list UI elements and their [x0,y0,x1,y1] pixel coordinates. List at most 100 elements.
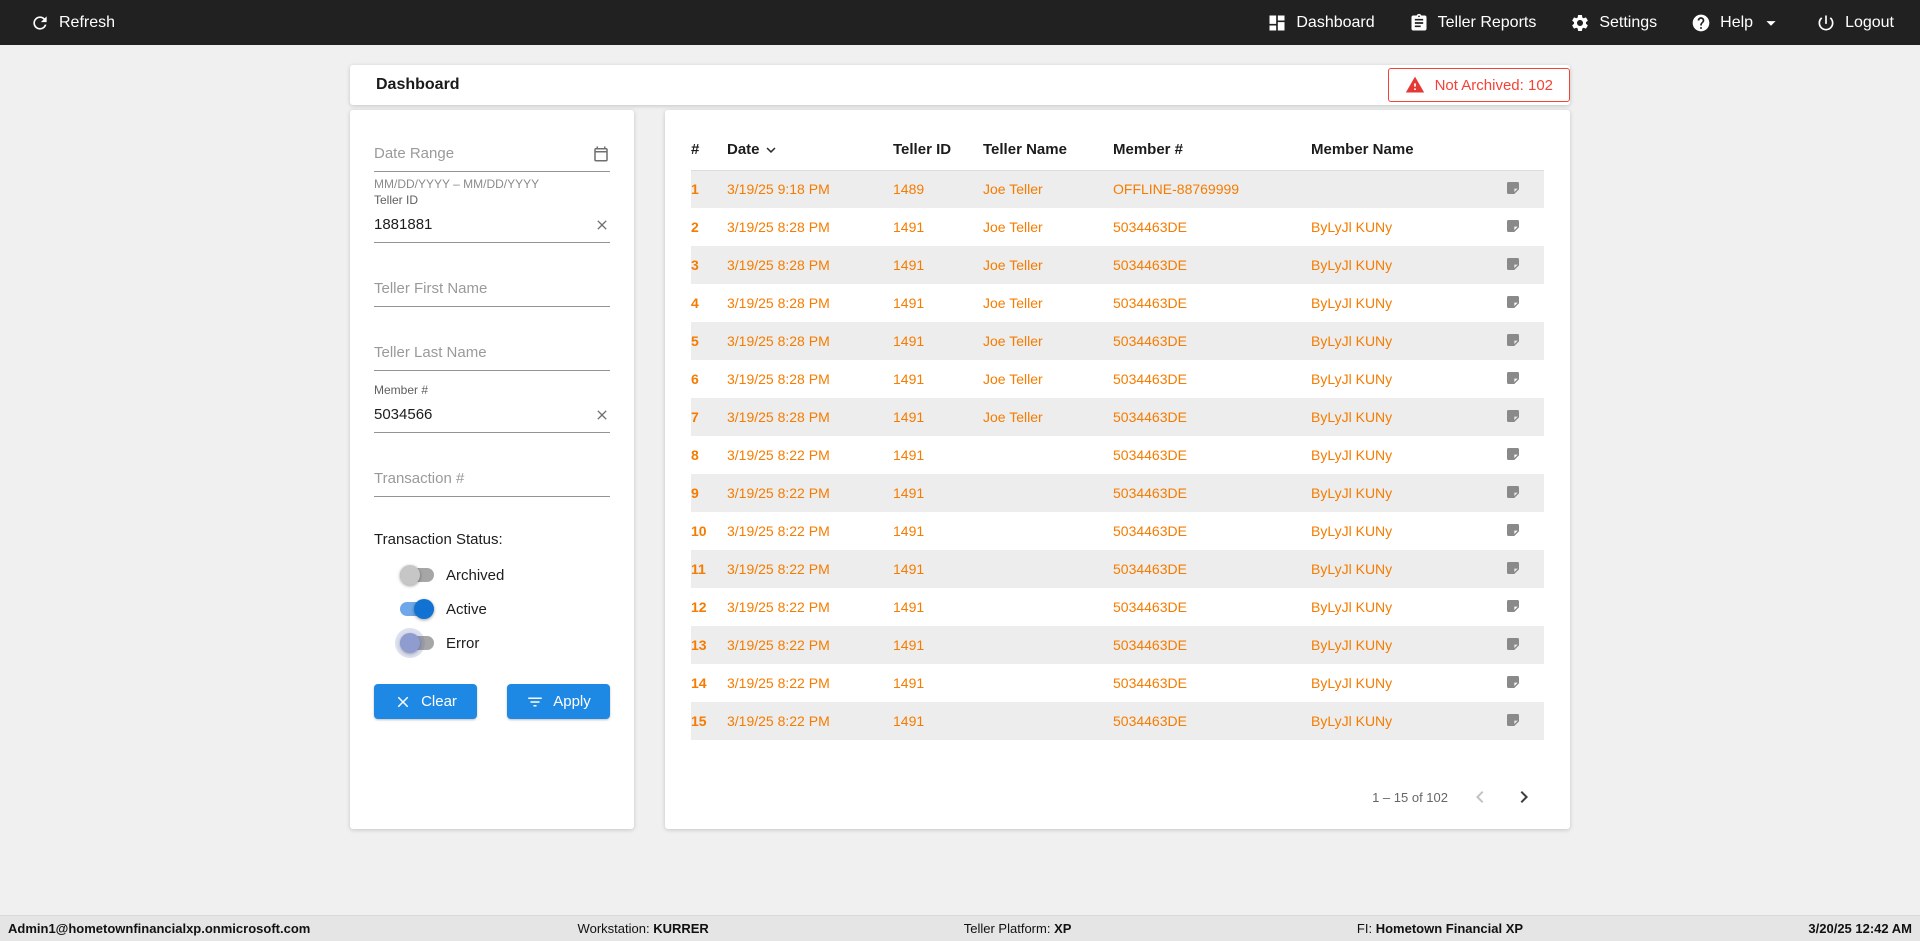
table-row[interactable]: 7 3/19/25 8:28 PM 1491 Joe Teller 503446… [691,398,1544,436]
nav-dashboard-label: Dashboard [1296,13,1375,31]
teller-id-input[interactable] [374,216,594,233]
cell-note [1481,360,1544,398]
note-icon[interactable] [1505,560,1521,576]
col-member-number[interactable]: Member # [1113,130,1311,171]
table-row[interactable]: 8 3/19/25 8:22 PM 1491 5034463DE ByLyJl … [691,436,1544,474]
note-icon[interactable] [1505,636,1521,652]
toggle-error[interactable]: Error [374,628,610,658]
col-teller-id[interactable]: Teller ID [893,130,983,171]
cell-member-number: 5034463DE [1113,637,1187,653]
not-archived-badge[interactable]: Not Archived: 102 [1387,68,1570,102]
table-row[interactable]: 9 3/19/25 8:22 PM 1491 5034463DE ByLyJl … [691,474,1544,512]
clear-button[interactable]: Clear [374,684,477,719]
note-icon[interactable] [1505,712,1521,728]
cell-num: 15 [691,713,707,729]
teller-last-name-input[interactable] [374,344,610,361]
note-icon[interactable] [1505,218,1521,234]
cell-member-number: 5034463DE [1113,333,1187,349]
col-member-name[interactable]: Member Name [1311,130,1481,171]
table-row[interactable]: 11 3/19/25 8:22 PM 1491 5034463DE ByLyJl… [691,550,1544,588]
cell-note [1481,626,1544,664]
filter-icon [526,693,544,711]
cell-teller-id: 1491 [893,561,925,577]
note-icon[interactable] [1505,294,1521,310]
cell-date: 3/19/25 8:28 PM [727,409,830,425]
toggle-archived[interactable]: Archived [374,560,610,590]
table-row[interactable]: 15 3/19/25 8:22 PM 1491 5034463DE ByLyJl… [691,702,1544,740]
table-row[interactable]: 12 3/19/25 8:22 PM 1491 5034463DE ByLyJl… [691,588,1544,626]
next-page-button[interactable] [1512,785,1536,809]
cell-note [1481,170,1544,208]
table-row[interactable]: 1 3/19/25 9:18 PM 1489 Joe Teller OFFLIN… [691,170,1544,208]
note-icon[interactable] [1505,446,1521,462]
table-row[interactable]: 5 3/19/25 8:28 PM 1491 Joe Teller 503446… [691,322,1544,360]
workstation-label: Workstation: [577,921,650,936]
nav-settings[interactable]: Settings [1570,13,1657,33]
note-icon[interactable] [1505,408,1521,424]
statusbar-fi: FI: Hometown Financial XP [1357,916,1523,941]
cell-note [1481,284,1544,322]
nav-logout[interactable]: Logout [1816,13,1894,33]
cell-teller-name: Joe Teller [983,409,1043,425]
note-icon[interactable] [1505,522,1521,538]
page-title: Dashboard [376,76,460,93]
clear-member-number-icon[interactable] [594,407,610,423]
cell-teller-name [983,550,1113,588]
toggle-active[interactable]: Active [374,594,610,624]
note-icon[interactable] [1505,674,1521,690]
member-number-input[interactable] [374,406,594,423]
cell-num: 13 [691,637,707,653]
cell-date: 3/19/25 8:28 PM [727,333,830,349]
clear-icon [394,693,412,711]
col-teller-name[interactable]: Teller Name [983,130,1113,171]
active-switch[interactable] [400,599,434,619]
note-icon[interactable] [1505,332,1521,348]
table-row[interactable]: 14 3/19/25 8:22 PM 1491 5034463DE ByLyJl… [691,664,1544,702]
cell-num: 7 [691,409,699,425]
nav-teller-reports[interactable]: Teller Reports [1409,13,1536,33]
clear-teller-id-icon[interactable] [594,217,610,233]
cell-note [1481,322,1544,360]
cell-member-name: ByLyJl KUNy [1311,675,1393,691]
cell-teller-name [983,474,1113,512]
archived-switch[interactable] [400,565,434,585]
col-num[interactable]: # [691,130,727,171]
note-icon[interactable] [1505,484,1521,500]
cell-num: 8 [691,447,699,463]
table-row[interactable]: 13 3/19/25 8:22 PM 1491 5034463DE ByLyJl… [691,626,1544,664]
statusbar-workstation: Workstation: KURRER [578,916,709,941]
table-row[interactable]: 3 3/19/25 8:28 PM 1491 Joe Teller 503446… [691,246,1544,284]
pagination: 1 – 15 of 102 [1372,785,1536,809]
col-date[interactable]: Date [727,130,893,171]
calendar-icon[interactable] [592,145,610,163]
note-icon[interactable] [1505,256,1521,272]
table-row[interactable]: 10 3/19/25 8:22 PM 1491 5034463DE ByLyJl… [691,512,1544,550]
table-row[interactable]: 6 3/19/25 8:28 PM 1491 Joe Teller 503446… [691,360,1544,398]
apply-button[interactable]: Apply [507,684,610,719]
transaction-number-input[interactable] [374,470,610,487]
date-range-input[interactable] [374,145,592,162]
note-icon[interactable] [1505,370,1521,386]
nav-dashboard[interactable]: Dashboard [1267,13,1375,33]
col-date-label: Date [727,141,760,159]
platform-label: Teller Platform: [963,921,1051,936]
refresh-button[interactable]: Refresh [30,13,115,33]
prev-page-button[interactable] [1468,785,1492,809]
logout-icon [1816,13,1836,33]
cell-note [1481,664,1544,702]
teller-first-name-input[interactable] [374,280,610,297]
cell-teller-id: 1491 [893,409,925,425]
note-icon[interactable] [1505,598,1521,614]
error-switch[interactable] [400,633,434,653]
member-number-label: Member # [374,383,429,397]
table-row[interactable]: 4 3/19/25 8:28 PM 1491 Joe Teller 503446… [691,284,1544,322]
cell-member-name: ByLyJl KUNy [1311,409,1393,425]
cell-member-number: 5034463DE [1113,599,1187,615]
table-row[interactable]: 2 3/19/25 8:28 PM 1491 Joe Teller 503446… [691,208,1544,246]
cell-num: 9 [691,485,699,501]
cell-member-number: 5034463DE [1113,561,1187,577]
cell-teller-name [983,626,1113,664]
note-icon[interactable] [1505,180,1521,196]
cell-date: 3/19/25 8:22 PM [727,561,830,577]
nav-help[interactable]: Help [1691,12,1782,34]
